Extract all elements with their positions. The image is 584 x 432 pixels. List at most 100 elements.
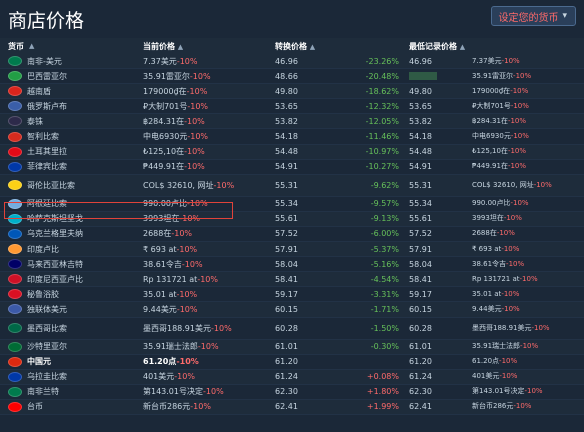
currency-name: 泰铢 [27, 116, 43, 126]
price-value: ฿284.31在 [143, 116, 185, 126]
currency-name: 乌拉圭比索 [27, 372, 67, 382]
lowest-price-cell: 2688在-10% [470, 229, 584, 238]
header-converted[interactable]: 转换价格 ▲ [275, 41, 345, 52]
converted-price: 55.34 [275, 199, 298, 209]
current-price-cell: COL$ 32610, 网址-10% [135, 180, 275, 191]
percent-diff: -1.50% [370, 323, 399, 333]
current-price-cell: 35.01 at-10% [135, 290, 275, 299]
lowest-discount: -10% [510, 86, 529, 95]
lowest-price-value: 35.01 at [472, 289, 502, 298]
table-row: 墨西哥比索 墨西哥188.91美元-10% 60.28 -1.50% 60.28… [0, 318, 584, 340]
price-value: 35.91瑞士法郎 [143, 342, 198, 352]
currency-selector-button[interactable]: 设定您的货币 ▾ [491, 6, 576, 26]
converted-price: 61.20 [275, 357, 298, 367]
flag-icon [8, 386, 22, 397]
lowest-discount: -10% [507, 147, 527, 156]
current-price-cell: ₺125,10在-10% [135, 146, 275, 157]
currency-cell: 智利比索 [0, 131, 135, 142]
table-header: 货币 ▲ 当前价格 ▲ 转换价格 ▲ 最低记录价格 ▲ [0, 38, 584, 54]
converted-price: 54.91 [275, 162, 298, 172]
current-price-cell: 中电6930元-10% [135, 131, 275, 142]
lowest-price-cell: ฿284.31在-10% [470, 117, 584, 126]
current-price-cell: 179000₫在-10% [135, 86, 275, 97]
discount-badge: -10% [189, 71, 211, 81]
header-current-price[interactable]: 当前价格 ▲ [135, 41, 275, 52]
discount-badge: -10% [203, 387, 224, 397]
table-row: 秘鲁浴胶 35.01 at-10% 59.17 -3.31% 59.17 35.… [0, 287, 584, 303]
header-currency[interactable]: 货币 ▲ [0, 41, 135, 52]
lowest-discount: -10% [520, 342, 539, 351]
sort-icon: ▲ [459, 42, 466, 51]
converted-price: 46.96 [275, 56, 298, 66]
lowest-price-cell: ₽大制701号-10% [470, 102, 584, 111]
table-row: 台币 新台币286元-10% 62.41 +1.99% 62.41 新台币286… [0, 399, 584, 415]
sort-icon: ▲ [177, 42, 184, 51]
current-price-cell: 第143.01号决定-10% [135, 386, 275, 397]
converted-price: 54.48 [275, 147, 298, 157]
lowest-price-value: 35.91瑞士法郎 [472, 342, 521, 351]
current-price-cell: 墨西哥188.91美元-10% [135, 323, 275, 334]
currency-name: 土耳其里拉 [27, 147, 67, 157]
lowest-price-cell: COL$ 32610, 网址-10% [470, 181, 584, 190]
converted-price: 62.30 [275, 387, 298, 397]
percent-diff: -18.62% [365, 86, 399, 96]
percent-diff: -9.13% [370, 214, 399, 224]
flag-icon [8, 131, 22, 142]
lowest-price-cell: 990.00卢比-10% [470, 199, 584, 208]
percent-diff: -10.97% [365, 147, 399, 157]
price-value: ₽大制701号 [143, 101, 188, 111]
lowest-price-cell: 35.91雷亚尔-10% [470, 72, 584, 81]
lowest-price-value: 9.44美元 [472, 304, 502, 313]
discount-badge: -10% [186, 86, 208, 96]
lowest-price-value: 中电6930元 [472, 132, 511, 141]
flag-icon [8, 146, 22, 157]
converted-price: 61.01 [275, 342, 298, 352]
lowest-converted: 58.04 [409, 259, 432, 269]
currency-name: 中国元 [27, 357, 51, 367]
discount-badge: -10% [181, 259, 203, 269]
lowest-converted: 49.80 [409, 86, 432, 96]
discount-badge: -10% [184, 162, 205, 172]
currency-cell: 中国元 [0, 356, 135, 367]
lowest-discount: -10% [501, 56, 520, 65]
currency-cell: 墨西哥比索 [0, 323, 135, 334]
flag-icon [8, 371, 22, 382]
table-row: 哥伦比亚比索 COL$ 32610, 网址-10% 55.31 -9.62% 5… [0, 174, 584, 197]
discount-badge: -10% [190, 402, 211, 412]
currency-cell: 沙特里亚尔 [0, 341, 135, 352]
currency-button-label: 设定您的货币 [498, 12, 559, 24]
lowest-price-value: 61.20点 [472, 357, 500, 366]
lowest-price-value: 179000₫在 [472, 86, 511, 95]
flag-icon [8, 161, 22, 172]
converted-price: 57.91 [275, 244, 298, 254]
lowest-price-cell: 中电6930元-10% [470, 132, 584, 141]
price-value: ₹ 693 at [143, 244, 177, 254]
currency-name: 智利比索 [27, 132, 59, 142]
lowest-converted [405, 72, 470, 81]
lowest-price-value: 401美元 [472, 372, 500, 381]
converted-price: 62.41 [275, 402, 298, 412]
lowest-discount: -10% [519, 274, 538, 283]
price-table: 货币 ▲ 当前价格 ▲ 转换价格 ▲ 最低记录价格 ▲ 南非-美元 7.37美元… [0, 38, 584, 415]
lowest-converted: 55.31 [409, 180, 432, 190]
current-price-cell: Rp 131721 at-10% [135, 275, 275, 284]
table-row: 马来西亚林吉特 38.61令吉-10% 58.04 -5.16% 58.04 3… [0, 257, 584, 273]
table-row: 巴西雷亚尔 35.91雷亚尔-10% 48.66 -20.48% 35.91雷亚… [0, 69, 584, 85]
lowest-price-value: 第143.01号决定 [472, 387, 525, 396]
lowest-discount: -10% [503, 214, 522, 223]
currency-name: 印度卢比 [27, 244, 59, 254]
table-row: 俄罗斯卢布 ₽大制701号-10% 53.65 -12.32% 53.65 ₽大… [0, 99, 584, 115]
lowest-discount: -10% [496, 229, 515, 238]
discount-badge: -10% [211, 323, 232, 333]
table-row: 泰铢 ฿284.31在-10% 53.82 -12.05% 53.82 ฿284… [0, 114, 584, 130]
currency-cell: 南非兰特 [0, 386, 135, 397]
currency-name: 印度尼西亚卢比 [27, 274, 83, 284]
lowest-converted: 58.41 [409, 274, 432, 284]
price-value: 61.20点 [143, 357, 177, 367]
flag-icon [8, 356, 22, 367]
lowest-discount: -10% [513, 402, 532, 411]
lowest-converted: 53.82 [409, 116, 432, 126]
lowest-price-value: 38.61令吉 [472, 259, 507, 268]
currency-name: 沙特里亚尔 [27, 342, 67, 352]
header-lowest[interactable]: 最低记录价格 ▲ [405, 41, 470, 52]
